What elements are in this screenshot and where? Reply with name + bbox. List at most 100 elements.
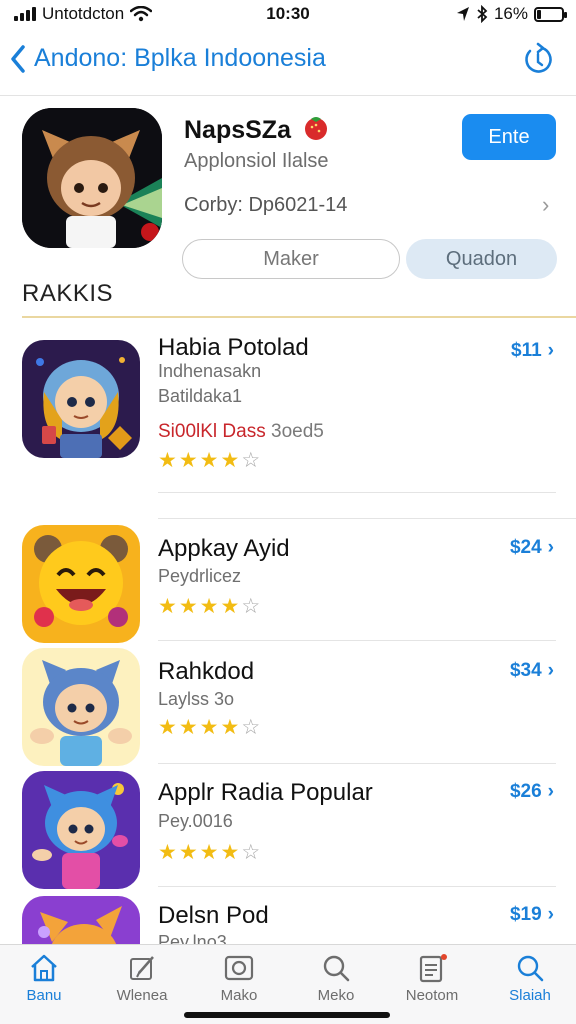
star-icon: ★: [199, 449, 219, 472]
price-label: $34: [509, 660, 542, 681]
list-item[interactable]: Appkay Ayid Peydrlicez ★ ★ ★ ★ ☆ $24 ›: [0, 520, 576, 643]
chevron-right-icon: ›: [547, 781, 554, 802]
edit-icon: [130, 956, 154, 980]
featured-app-icon[interactable]: [22, 108, 162, 248]
row-divider: [158, 886, 556, 887]
strawberry-badge-icon: [305, 117, 327, 140]
app-developer: Pey.lno3: [158, 932, 227, 944]
maker-button[interactable]: Maker: [182, 239, 400, 279]
document-icon: [419, 954, 447, 983]
tab-mako[interactable]: Mako: [191, 953, 287, 1004]
app-name: Habia Potolad: [158, 334, 309, 361]
star-outline-icon: ☆: [241, 449, 261, 472]
back-button[interactable]: Andono: Bplka Indoonesia: [10, 44, 326, 73]
list-item[interactable]: Delsn Pod Pey.lno3 $19 ›: [0, 890, 576, 944]
home-icon: [31, 954, 57, 982]
tab-wlenea[interactable]: Wlenea: [94, 953, 190, 1004]
featured-app-meta: Corby: Dp6021-14: [184, 194, 348, 216]
app-name: Rahkdod: [158, 658, 255, 685]
price-button[interactable]: $11 ›: [511, 340, 554, 362]
featured-app-name: NapsSZa: [184, 116, 291, 144]
row-divider: [158, 640, 556, 641]
search-icon: [323, 955, 350, 982]
star-rating: ★ ★ ★ ★ ☆: [158, 450, 260, 471]
camera-icon: [224, 955, 254, 981]
tab-label: Banu: [26, 987, 62, 1004]
price-button[interactable]: $19 ›: [510, 904, 554, 926]
price-button[interactable]: $24 ›: [510, 537, 554, 559]
price-label: $11: [511, 340, 542, 361]
row-divider: [158, 492, 556, 493]
app-icon: [22, 896, 140, 944]
star-icon: ★: [178, 449, 198, 472]
star-icon: ★: [158, 841, 177, 864]
tab-banu[interactable]: Banu: [0, 953, 92, 1004]
star-outline-icon: ☆: [241, 841, 261, 864]
back-label: Andono: Bplka Indoonesia: [34, 44, 326, 72]
nav-bar: Andono: Bplka Indoonesia: [0, 28, 576, 96]
app-promo-count: 3oed5: [271, 421, 324, 442]
star-outline-icon: ☆: [241, 716, 261, 739]
star-rating: ★ ★ ★ ★ ☆: [158, 717, 260, 738]
featured-app-subtitle: Applonsiol Ilalse: [184, 150, 329, 172]
price-label: $26: [509, 781, 542, 802]
app-icon: [22, 648, 140, 766]
list-item[interactable]: Applr Radia Popular Pey.0016 ★ ★ ★ ★ ☆ $26 ›: [0, 766, 576, 889]
section-title: RAKKIS: [22, 280, 114, 307]
star-icon: ★: [158, 595, 177, 618]
chevron-right-icon: ›: [547, 537, 554, 558]
tab-label: Slaiah: [509, 987, 551, 1004]
chevron-right-icon: ›: [547, 340, 554, 361]
chevron-left-icon: [11, 44, 25, 73]
app-icon: [22, 525, 140, 643]
status-bar: Untotdcton 10:30 16%: [0, 0, 576, 28]
tab-label: Neotom: [405, 987, 459, 1004]
star-icon: ★: [158, 449, 177, 472]
star-outline-icon: ☆: [241, 595, 261, 618]
list-item[interactable]: Habia Potolad Indhenasakn Batildaka1 Si0…: [0, 330, 576, 510]
tab-label: Mako: [220, 987, 258, 1004]
bluetooth-icon: [477, 5, 488, 23]
refresh-icon[interactable]: [520, 42, 556, 78]
chevron-right-icon: ›: [547, 660, 554, 681]
tab-slaiah[interactable]: Slaiah: [482, 953, 576, 1004]
star-icon: ★: [220, 841, 240, 864]
tab-neotom[interactable]: Neotom: [384, 953, 480, 1004]
enter-button[interactable]: Ente: [462, 114, 556, 160]
app-developer: Pey.0016: [158, 811, 233, 831]
list-item[interactable]: Rahkdod Laylss 3o ★ ★ ★ ★ ☆ $34 ›: [0, 643, 576, 766]
quadon-button[interactable]: Quadon: [406, 239, 557, 279]
star-icon: ★: [199, 595, 219, 618]
star-icon: ★: [158, 716, 177, 739]
status-right: 16%: [456, 4, 567, 24]
app-developer: Indhenasakn: [158, 361, 262, 381]
row-divider: [158, 518, 576, 519]
tab-label: Wlenea: [116, 987, 168, 1004]
star-icon: ★: [220, 716, 240, 739]
search-icon: [517, 955, 544, 982]
star-rating: ★ ★ ★ ★ ☆: [158, 596, 260, 617]
app-promo: Si00lKl Dass 3oed5: [158, 421, 324, 443]
price-button[interactable]: $26 ›: [510, 781, 554, 803]
price-button[interactable]: $34 ›: [510, 660, 554, 682]
tab-meko[interactable]: Meko: [288, 953, 384, 1004]
chevron-right-icon[interactable]: ›: [542, 192, 549, 218]
app-developer: Peydrlicez: [158, 566, 242, 586]
star-icon: ★: [199, 716, 219, 739]
home-indicator[interactable]: [184, 1012, 390, 1018]
row-divider: [158, 763, 556, 764]
star-icon: ★: [178, 841, 198, 864]
app-developer: Laylss 3o: [158, 689, 235, 709]
price-label: $24: [509, 537, 542, 558]
tab-label: Meko: [317, 987, 355, 1004]
app-promo-label: Si00lKl Dass: [158, 421, 266, 442]
price-label: $19: [509, 904, 542, 925]
location-icon: [456, 7, 469, 21]
section-divider: [22, 316, 576, 318]
app-name: Applr Radia Popular: [158, 779, 373, 806]
star-icon: ★: [178, 716, 198, 739]
star-icon: ★: [178, 595, 198, 618]
star-icon: ★: [220, 595, 240, 618]
app-name: Appkay Ayid: [158, 535, 290, 562]
app-icon: [22, 771, 140, 889]
